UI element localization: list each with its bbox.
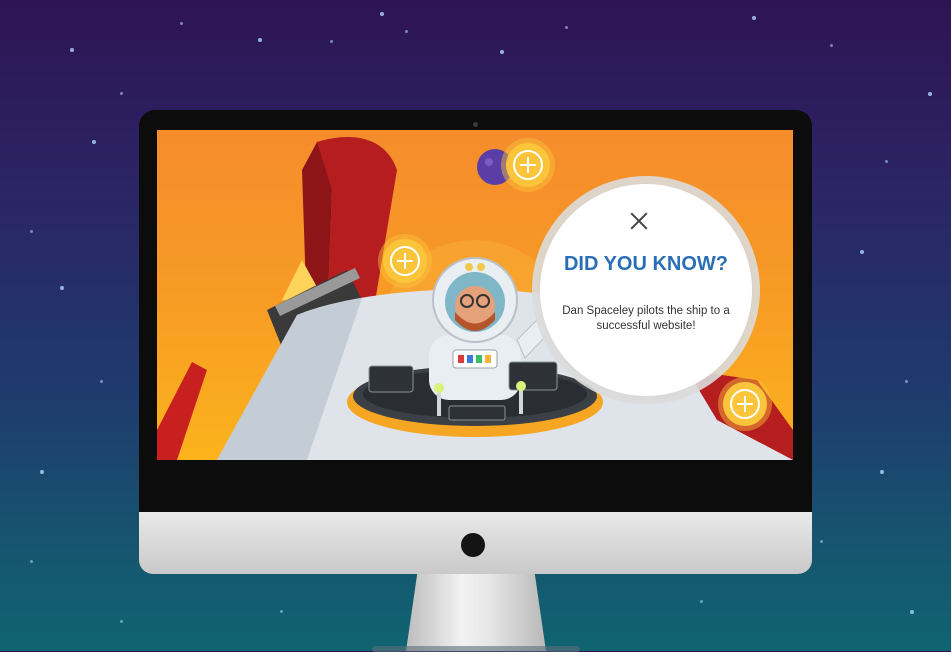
- plus-circle-icon: [513, 150, 543, 180]
- center-control-panel: [448, 405, 506, 421]
- star: [880, 470, 884, 474]
- star: [752, 16, 756, 20]
- star: [258, 38, 262, 42]
- star: [60, 286, 64, 290]
- popup-body: Dan Spaceley pilots the ship to a succes…: [562, 305, 730, 332]
- star: [860, 250, 864, 254]
- plus-circle-icon: [390, 246, 420, 276]
- star: [830, 44, 833, 47]
- star: [820, 540, 823, 543]
- popup-title: DID YOU KNOW?: [563, 253, 729, 275]
- close-icon[interactable]: [628, 210, 650, 232]
- star: [910, 610, 914, 614]
- star: [120, 620, 123, 623]
- star: [92, 140, 96, 144]
- did-you-know-popup: DID YOU KNOW? Dan Spaceley pilots the sh…: [540, 184, 752, 396]
- star: [70, 48, 74, 52]
- left-fin: [157, 362, 207, 460]
- star: [330, 40, 333, 43]
- star: [30, 230, 33, 233]
- hotspot-plus-button[interactable]: [506, 143, 550, 187]
- star: [380, 12, 384, 16]
- star: [565, 26, 568, 29]
- star: [885, 160, 888, 163]
- star: [405, 30, 408, 33]
- stand-shadow: [372, 646, 580, 652]
- star: [500, 50, 504, 54]
- left-control-panel: [368, 365, 414, 393]
- star: [180, 22, 183, 25]
- star: [40, 470, 44, 474]
- star: [30, 560, 33, 563]
- hotspot-plus-button[interactable]: [383, 239, 427, 283]
- star: [700, 600, 703, 603]
- star: [280, 610, 283, 613]
- star: [905, 380, 908, 383]
- hotspot-plus-button[interactable]: [723, 382, 767, 426]
- star: [100, 380, 103, 383]
- apple-logo-icon: [461, 533, 485, 557]
- camera-icon: [473, 122, 478, 127]
- monitor-stand: [406, 574, 546, 651]
- star: [928, 92, 932, 96]
- plus-circle-icon: [730, 389, 760, 419]
- star: [120, 92, 123, 95]
